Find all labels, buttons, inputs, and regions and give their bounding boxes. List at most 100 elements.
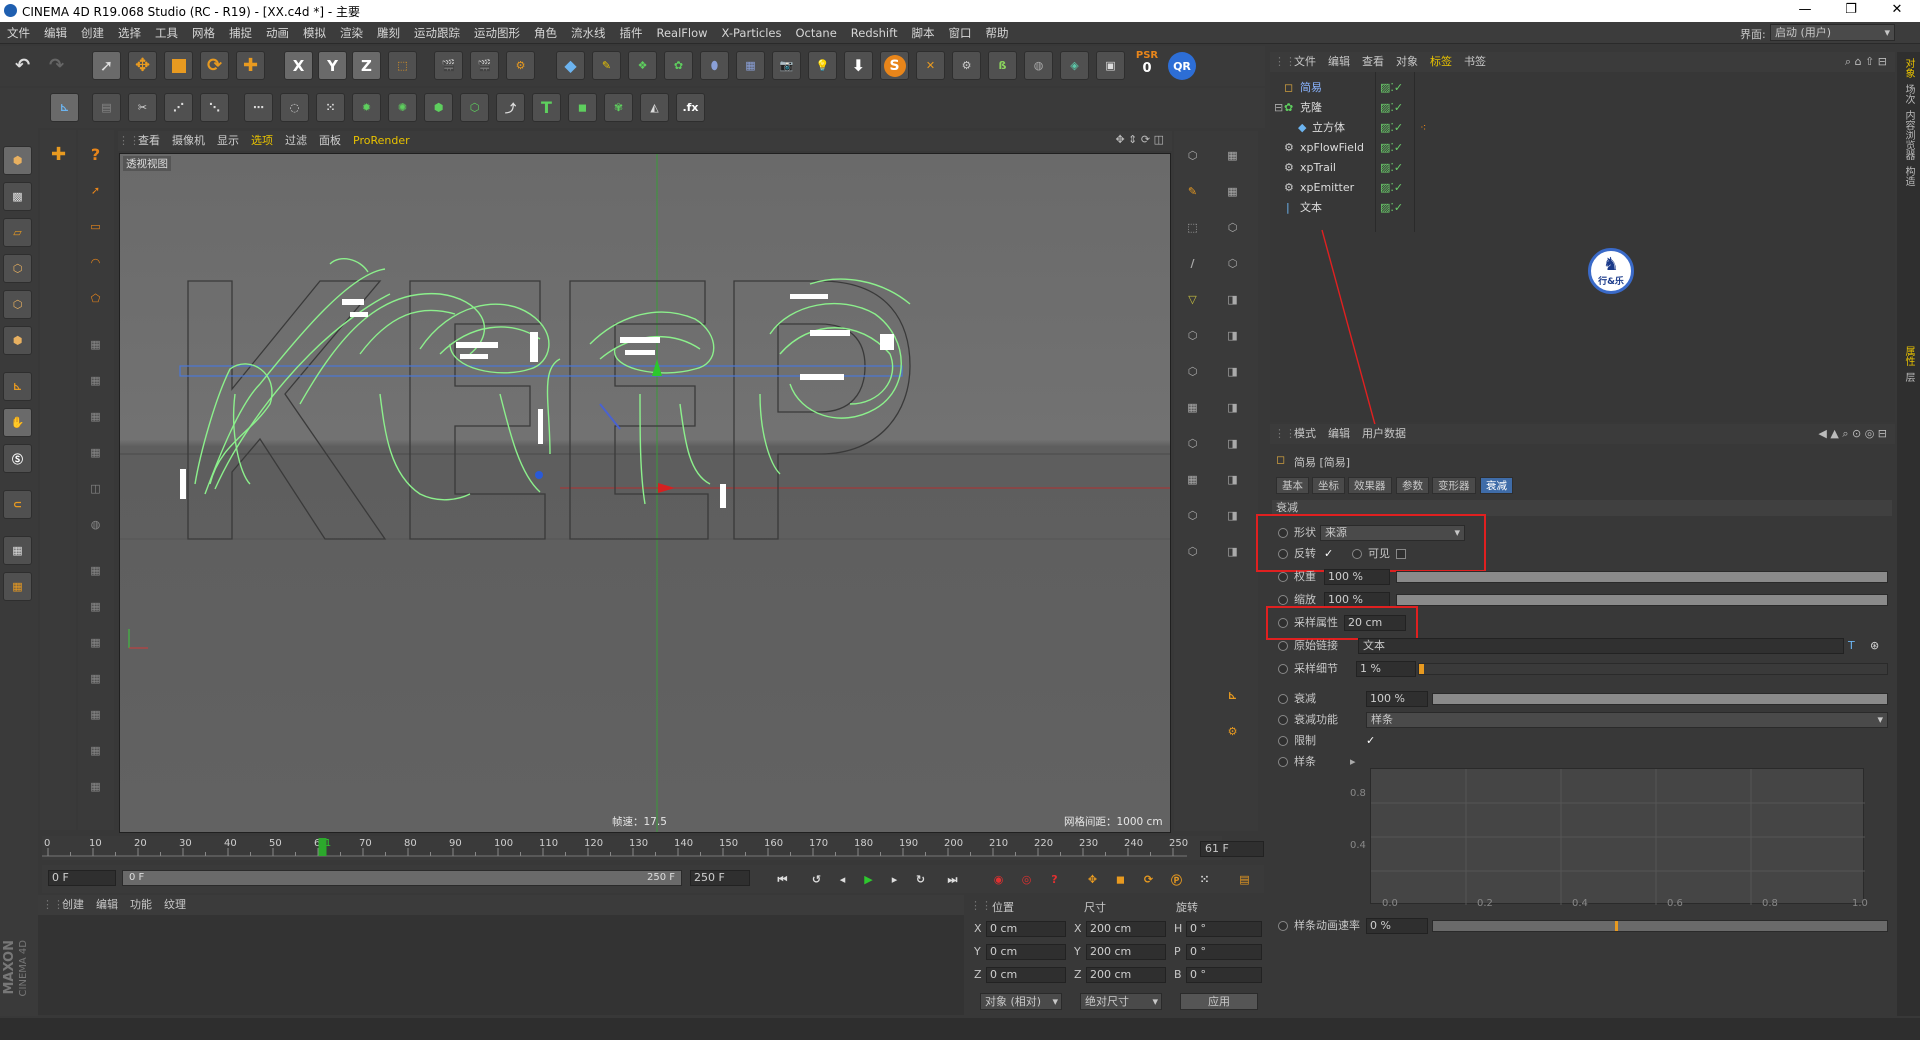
- emitter-icon[interactable]: ⚙: [952, 51, 981, 80]
- expand-icon[interactable]: ⊟: [1274, 98, 1283, 118]
- menu-file[interactable]: 文件: [0, 22, 37, 44]
- grid-tool-1-icon[interactable]: ▦: [81, 330, 110, 359]
- workplane-icon[interactable]: ▤: [92, 93, 121, 122]
- lathe-icon[interactable]: ⬡: [460, 93, 489, 122]
- detail-field[interactable]: 1 %: [1356, 661, 1416, 677]
- obj-menu-object[interactable]: 对象: [1390, 52, 1424, 72]
- tab-falloff[interactable]: 衰减: [1480, 477, 1513, 494]
- size-z-field[interactable]: 200 cm: [1086, 967, 1166, 983]
- material-menu-create[interactable]: 创建: [56, 895, 90, 915]
- object-name[interactable]: xpFlowField: [1300, 138, 1364, 158]
- detail-slider[interactable]: [1418, 663, 1888, 675]
- obj-menu-bookmarks[interactable]: 书签: [1458, 52, 1492, 72]
- material-menu-edit[interactable]: 编辑: [90, 895, 124, 915]
- grid-tool-8-icon[interactable]: ▦: [81, 592, 110, 621]
- object-row[interactable]: ◆ 立方体 ▨⁚✓ ⁖: [1270, 118, 1895, 138]
- object-row[interactable]: ⚙ xpTrail ▨⁚✓: [1270, 158, 1895, 178]
- tool-r5-icon[interactable]: ⬚: [1178, 213, 1207, 242]
- menu-plugins[interactable]: 插件: [613, 22, 650, 44]
- download-icon[interactable]: ⬇: [844, 51, 873, 80]
- tab-deformer[interactable]: 变形器: [1432, 477, 1476, 494]
- coord-mode-select[interactable]: 对象 (相对) ▾: [980, 993, 1062, 1010]
- undo-icon[interactable]: ↶: [8, 51, 37, 80]
- cloner-icon[interactable]: ✿: [664, 51, 693, 80]
- rotation-h-field[interactable]: 0 °: [1186, 921, 1262, 937]
- bend-icon[interactable]: ◭: [640, 93, 669, 122]
- visibility-icons[interactable]: ▨⁚✓: [1380, 178, 1403, 198]
- object-row[interactable]: ⊟ ✿ 克隆 ▨⁚✓: [1270, 98, 1895, 118]
- tool-r11-icon[interactable]: ⬡: [1178, 321, 1207, 350]
- key-point-level-icon[interactable]: ⁙: [1190, 865, 1219, 894]
- menu-motion-tracking[interactable]: 运动跟踪: [407, 22, 467, 44]
- points-mode-icon[interactable]: ⬡: [3, 254, 32, 283]
- xparticles-icon[interactable]: ✕: [916, 51, 945, 80]
- object-row[interactable]: ⚙ xpFlowField ▨⁚✓: [1270, 138, 1895, 158]
- anim-radio[interactable]: [1278, 595, 1288, 605]
- prev-key-icon[interactable]: ↺: [802, 865, 831, 894]
- menu-character[interactable]: 角色: [527, 22, 564, 44]
- attr-menu-edit[interactable]: 编辑: [1322, 424, 1356, 444]
- magnet-icon[interactable]: ⊂: [3, 490, 32, 519]
- make-editable-icon[interactable]: ⬢: [3, 146, 32, 175]
- size-mode-select[interactable]: 绝对尺寸 ▾: [1080, 993, 1162, 1010]
- menu-realflow[interactable]: RealFlow: [650, 22, 715, 44]
- visibility-icons[interactable]: ▨⁚✓: [1380, 118, 1403, 138]
- falloff-slider[interactable]: [1432, 693, 1888, 705]
- expand-triangle-icon[interactable]: ▸: [1350, 752, 1356, 772]
- object-row[interactable]: ⚙ xpEmitter ▨⁚✓: [1270, 178, 1895, 198]
- axis-z-button[interactable]: Z: [352, 51, 381, 80]
- position-z-field[interactable]: 0 cm: [986, 967, 1066, 983]
- object-name[interactable]: 立方体: [1312, 118, 1345, 138]
- grid-tool-9-icon[interactable]: ▦: [81, 628, 110, 657]
- menu-sculpt[interactable]: 雕刻: [370, 22, 407, 44]
- live-select-icon[interactable]: ➚: [81, 176, 110, 205]
- object-name[interactable]: 文本: [1300, 198, 1322, 218]
- tool-r16-icon[interactable]: ◨: [1218, 393, 1247, 422]
- bridge-icon[interactable]: ⋱: [200, 93, 229, 122]
- menu-pipeline[interactable]: 流水线: [564, 22, 613, 44]
- rotation-b-field[interactable]: 0 °: [1186, 967, 1262, 983]
- next-key-icon[interactable]: ↻: [906, 865, 935, 894]
- gear-green-icon[interactable]: ✹: [352, 93, 381, 122]
- menu-help[interactable]: 帮助: [978, 22, 1015, 44]
- tool-r18-icon[interactable]: ◨: [1218, 429, 1247, 458]
- strip-tab-attributes[interactable]: 属性: [1901, 346, 1916, 366]
- edges-mode-icon[interactable]: ⬡: [3, 290, 32, 319]
- object-row[interactable]: | 文本 ▨⁚✓: [1270, 198, 1895, 218]
- go-to-end-icon[interactable]: ⏭: [938, 865, 967, 894]
- menu-script[interactable]: 脚本: [904, 22, 941, 44]
- function-select[interactable]: 样条 ▾: [1366, 712, 1888, 728]
- spline-speed-field[interactable]: 0 %: [1366, 918, 1428, 934]
- minimize-button[interactable]: —: [1782, 0, 1828, 22]
- viewport-nav-icons[interactable]: ✥ ⇕ ⟳ ◫: [1115, 133, 1164, 146]
- obj-menu-edit[interactable]: 编辑: [1322, 52, 1356, 72]
- key-position-icon[interactable]: ✥: [1078, 865, 1107, 894]
- plugin-diamond-icon[interactable]: ◈: [1060, 51, 1089, 80]
- lasso-icon[interactable]: ◠: [81, 248, 110, 277]
- coordinate-system-icon[interactable]: ⬚: [388, 51, 417, 80]
- rotation-p-field[interactable]: 0 °: [1186, 944, 1262, 960]
- viewport-menu-camera[interactable]: 摄像机: [166, 131, 211, 151]
- solo-icon[interactable]: ▦: [3, 572, 32, 601]
- tool-r3-icon[interactable]: ✎: [1178, 177, 1207, 206]
- menu-mograph[interactable]: 运动图形: [467, 22, 527, 44]
- anim-radio[interactable]: [1278, 572, 1288, 582]
- subdivision-icon[interactable]: ❖: [628, 51, 657, 80]
- menu-edit[interactable]: 编辑: [37, 22, 74, 44]
- visibility-icons[interactable]: ▨⁚✓: [1380, 98, 1403, 118]
- menu-x-particles[interactable]: X-Particles: [715, 22, 789, 44]
- pick-icon[interactable]: ⊛: [1870, 636, 1879, 656]
- floor-icon[interactable]: ▦: [736, 51, 765, 80]
- add-icon[interactable]: ✚: [236, 51, 265, 80]
- object-row[interactable]: ◻ 简易 ▨⁚✓: [1270, 78, 1895, 98]
- text-tool-icon[interactable]: T: [532, 93, 561, 122]
- end-frame-field[interactable]: 250 F: [690, 870, 750, 886]
- strip-tab-content-browser[interactable]: 内容浏览器: [1901, 110, 1916, 160]
- strip-tab-objects[interactable]: 对象: [1901, 58, 1916, 78]
- attr-nav-icons[interactable]: ◀ ▲ ⌕ ⊙ ◎ ⊟: [1818, 424, 1887, 444]
- atom-icon[interactable]: ✺: [388, 93, 417, 122]
- drag-handle-icon[interactable]: ⋮⋮: [970, 899, 992, 912]
- tool-r26-icon[interactable]: ⚙: [1218, 717, 1247, 746]
- tool-r19-icon[interactable]: ▦: [1178, 465, 1207, 494]
- poly-select-icon[interactable]: ⬠: [81, 284, 110, 313]
